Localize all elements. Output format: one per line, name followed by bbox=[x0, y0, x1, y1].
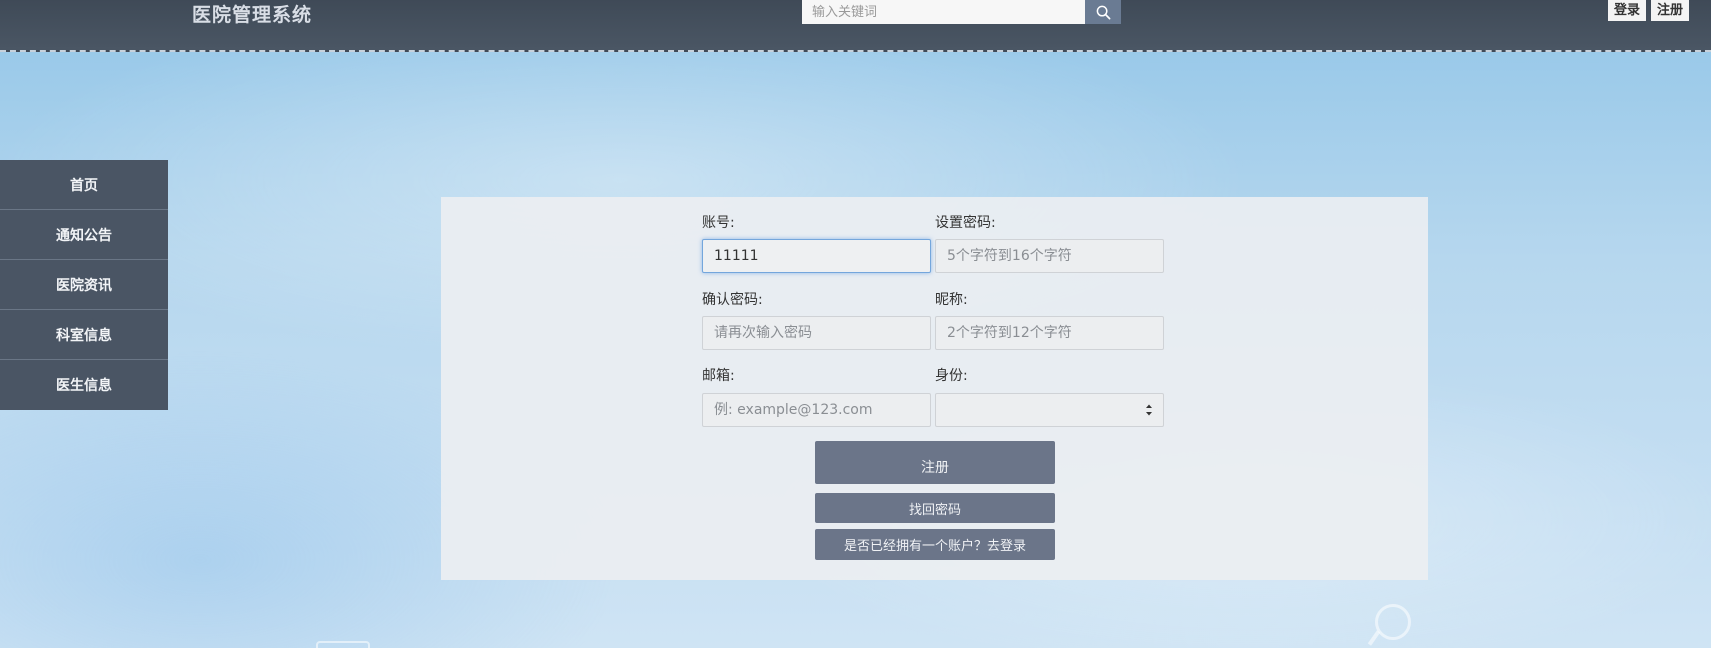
sidebar-item-home[interactable]: 首页 bbox=[0, 160, 168, 210]
email-label: 邮箱: bbox=[702, 368, 735, 384]
go-to-login-button[interactable]: 是否已经拥有一个账户？去登录 bbox=[815, 529, 1055, 560]
search-button[interactable] bbox=[1085, 0, 1121, 24]
auth-buttons: 登录 注册 bbox=[1607, 0, 1689, 21]
nickname-input[interactable] bbox=[935, 316, 1164, 350]
password-label: 设置密码: bbox=[935, 215, 996, 231]
top-navbar: 医院管理系统 登录 注册 bbox=[0, 0, 1711, 52]
search-bar bbox=[802, 0, 1121, 24]
register-form-card: 账号: 设置密码: 确认密码: 昵称: 邮箱: 身份: 注册 找回密码 是否已经… bbox=[441, 197, 1428, 580]
select-arrows-icon bbox=[1146, 404, 1152, 416]
account-input[interactable] bbox=[702, 239, 931, 273]
decorative-shape bbox=[316, 641, 370, 648]
nickname-label: 昵称: bbox=[935, 292, 968, 308]
password-input[interactable] bbox=[935, 239, 1164, 273]
search-icon bbox=[1096, 5, 1110, 19]
confirm-password-label: 确认密码: bbox=[702, 292, 763, 308]
account-label: 账号: bbox=[702, 215, 735, 231]
sidebar-item-doctors[interactable]: 医生信息 bbox=[0, 360, 168, 410]
sidebar-item-departments[interactable]: 科室信息 bbox=[0, 310, 168, 360]
confirm-password-input[interactable] bbox=[702, 316, 931, 350]
sidebar-nav: 首页 通知公告 医院资讯 科室信息 医生信息 bbox=[0, 160, 168, 410]
register-button[interactable]: 注册 bbox=[1650, 0, 1689, 21]
decorative-magnifier-icon bbox=[1375, 604, 1411, 640]
identity-label: 身份: bbox=[935, 368, 968, 384]
decorative-magnifier-handle bbox=[1367, 630, 1381, 646]
site-title: 医院管理系统 bbox=[192, 4, 313, 26]
sidebar-item-notices[interactable]: 通知公告 bbox=[0, 210, 168, 260]
sidebar-item-hospital-news[interactable]: 医院资讯 bbox=[0, 260, 168, 310]
identity-select[interactable] bbox=[935, 393, 1164, 427]
login-button[interactable]: 登录 bbox=[1607, 0, 1646, 21]
recover-password-button[interactable]: 找回密码 bbox=[815, 493, 1055, 523]
search-input[interactable] bbox=[802, 0, 1085, 24]
submit-register-button[interactable]: 注册 bbox=[815, 441, 1055, 484]
email-input[interactable] bbox=[702, 393, 931, 427]
